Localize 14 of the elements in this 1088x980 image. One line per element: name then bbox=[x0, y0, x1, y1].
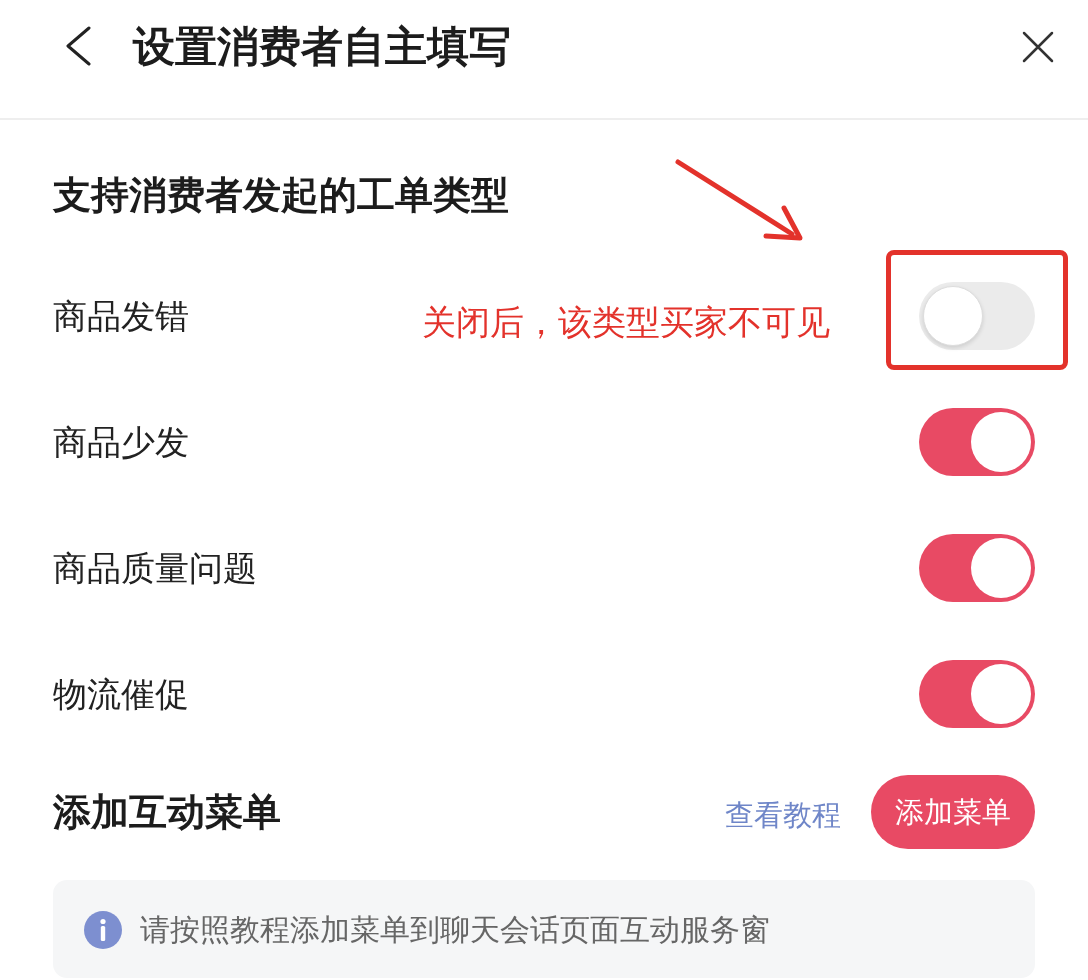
tutorial-link[interactable]: 查看教程 bbox=[725, 797, 841, 833]
info-icon bbox=[84, 911, 122, 949]
annotation-text: 关闭后，该类型买家不可见 bbox=[422, 302, 830, 342]
ticket-type-label: 物流催促 bbox=[53, 674, 189, 714]
ticket-type-label: 商品发错 bbox=[53, 296, 189, 336]
back-icon[interactable] bbox=[64, 26, 92, 66]
page-title: 设置消费者自主填写 bbox=[133, 22, 511, 72]
ticket-type-label: 商品质量问题 bbox=[53, 548, 257, 588]
notice-text: 请按照教程添加菜单到聊天会话页面互动服务窗 bbox=[140, 911, 770, 949]
close-icon[interactable] bbox=[1022, 31, 1054, 63]
add-menu-button[interactable]: 添加菜单 bbox=[871, 775, 1035, 849]
section-title: 添加互动菜单 bbox=[53, 790, 281, 834]
section-title: 支持消费者发起的工单类型 bbox=[53, 173, 509, 217]
ticket-type-label: 商品少发 bbox=[53, 422, 189, 462]
